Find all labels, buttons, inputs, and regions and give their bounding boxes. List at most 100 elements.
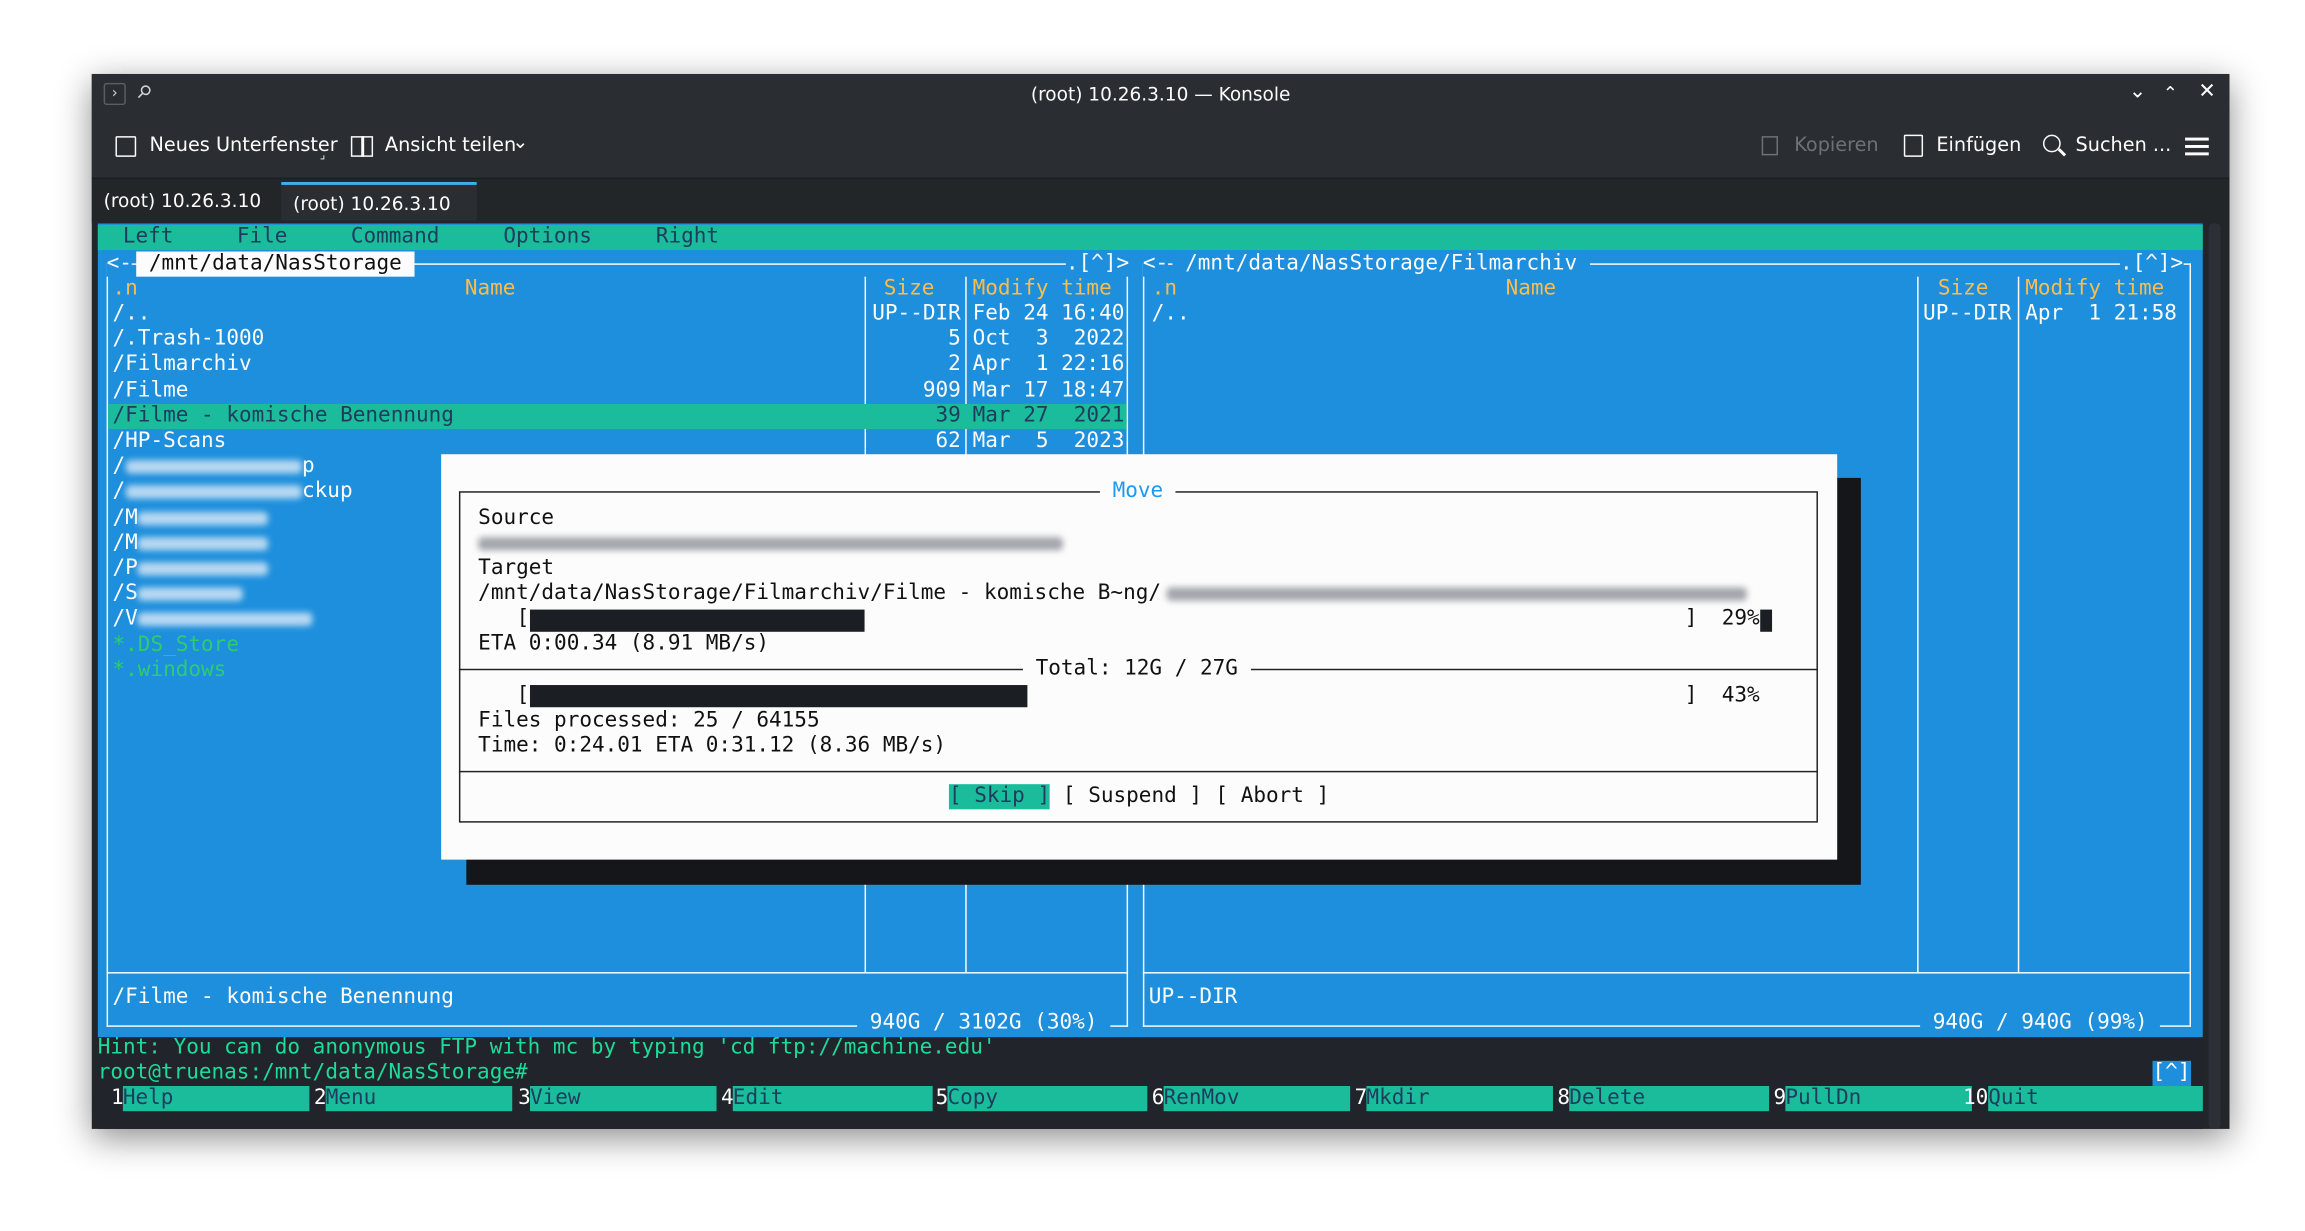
left-row-size[interactable]: 5 [948, 327, 961, 352]
left-row-name[interactable]: /V [113, 607, 138, 632]
tab-1-label: (root) 10.26.3.10 [103, 189, 262, 212]
left-row-name[interactable]: /Filme [113, 378, 189, 403]
fkey-delete-button[interactable]: Delete [1569, 1086, 1770, 1112]
dropdown-corner-icon: ⌟ [319, 147, 326, 162]
left-row-size[interactable]: 2 [948, 353, 961, 378]
elapsed-time: Time: 0:24.01 ETA 0:31.12 (8.36 MB/s) [478, 733, 947, 758]
left-row-name[interactable]: /M [113, 531, 138, 556]
left-row-hidden-file[interactable]: *.DS_Store [113, 633, 239, 658]
copy-label: Kopieren [1794, 134, 1879, 157]
tab-1[interactable]: (root) 10.26.3.10 ✕ [92, 182, 281, 250]
left-row-name[interactable]: /.. [113, 302, 151, 327]
left-row-hidden-file[interactable]: *.windows [113, 658, 227, 683]
right-sort-indicator[interactable]: .n [1152, 277, 1177, 302]
konsole-window: › ⚲ (root) 10.26.3.10 — Konsole ⌄ ⌃ ✕ Ne… [91, 73, 2230, 1129]
close-icon[interactable]: ✕ [2198, 80, 2215, 104]
left-row-size[interactable]: 62 [935, 429, 960, 454]
fkey-menu-button[interactable]: Menu [325, 1086, 513, 1112]
file-progress-open: [ [516, 606, 530, 631]
fkey-number: 3 [518, 1086, 531, 1110]
left-row-name[interactable]: /P [113, 556, 138, 581]
fkey-number: 7 [1354, 1086, 1368, 1110]
menu-options[interactable]: Options [503, 225, 592, 250]
left-row-time[interactable]: Oct 3 2022 [973, 327, 1125, 352]
file-progress-pct: 29% [1721, 606, 1760, 631]
right-status-line: UP--DIR [1148, 985, 1238, 1010]
left-status-line: /Filme - komische Benennung [112, 985, 454, 1010]
left-row-size[interactable]: 39 [935, 404, 960, 429]
left-row-time[interactable]: Mar 17 18:47 [973, 378, 1125, 403]
new-tab-label: Neues Unterfenster [149, 134, 338, 157]
right-panel-status-divider [1142, 972, 2192, 974]
left-row-name[interactable]: /HP-Scans [113, 429, 227, 454]
left-row-name[interactable]: / [113, 455, 126, 480]
right-row-name[interactable]: /.. [1152, 302, 1190, 327]
prompt-tag[interactable]: [^] [2152, 1060, 2191, 1087]
left-row-time[interactable]: Mar 5 2023 [973, 429, 1125, 454]
fkey-copy-button[interactable]: Copy [947, 1086, 1148, 1112]
file-progress-track [529, 609, 1686, 632]
fkey-view-button[interactable]: View [529, 1086, 717, 1112]
panel-history-left-icon[interactable]: <- [106, 251, 132, 277]
left-row-time[interactable]: Apr 1 22:16 [973, 353, 1125, 378]
maximize-icon[interactable]: ⌃ [2163, 83, 2178, 104]
terminal-area[interactable]: Left File Command Options Right <- /mnt/… [97, 223, 2203, 1129]
split-view-icon-divider [361, 136, 364, 157]
left-col-time[interactable]: Modify time [973, 277, 1112, 302]
menu-right[interactable]: Right [656, 225, 719, 250]
left-row-name[interactable]: /S [113, 582, 138, 607]
panel-history-right-icon[interactable]: <- [1142, 251, 1169, 277]
abort-button[interactable]: [ Abort ] [1215, 784, 1329, 809]
minimize-icon[interactable]: ⌄ [2129, 80, 2146, 104]
fkey-quit-button[interactable]: Quit [1988, 1086, 2203, 1112]
files-processed: Files processed: 25 / 64155 [478, 708, 820, 733]
right-row-time[interactable]: Apr 1 21:58 [2025, 302, 2177, 327]
suspend-button[interactable]: [ Suspend ] [1063, 784, 1202, 809]
fkey-number: 4 [720, 1086, 734, 1110]
left-free-space: 940G / 3102G (30%) [857, 1010, 1111, 1036]
fkey-edit-button[interactable]: Edit [732, 1086, 933, 1112]
menu-command[interactable]: Command [351, 225, 440, 250]
menu-file[interactable]: File [237, 225, 288, 250]
right-col-name[interactable]: Name [1506, 277, 1557, 302]
left-row-name[interactable]: /.Trash-1000 [113, 327, 265, 352]
left-row-time[interactable]: Mar 27 2021 [973, 404, 1125, 429]
fkey-mkdir-button[interactable]: Mkdir [1366, 1086, 1553, 1112]
fkey-pulldn-button[interactable]: PullDn [1785, 1086, 1972, 1112]
file-progress-close: ] [1684, 606, 1698, 631]
left-sort-indicator[interactable]: .n [113, 277, 138, 302]
shell-prompt[interactable]: root@truenas:/mnt/data/NasStorage# [98, 1061, 528, 1086]
hamburger-menu-icon[interactable] [2185, 137, 2209, 157]
tab-2[interactable]: (root) 10.26.3.10 ✕ [281, 181, 477, 253]
tab-2-label: (root) 10.26.3.10 [293, 192, 451, 215]
obscured-filename [137, 587, 243, 601]
left-row-size[interactable]: UP--DIR [872, 302, 961, 327]
left-col-size[interactable]: Size [884, 277, 935, 302]
left-row-name[interactable]: /M [113, 505, 138, 530]
left-row-time[interactable]: Feb 24 16:40 [973, 302, 1125, 327]
left-row-name[interactable]: / [113, 480, 126, 505]
right-row-size[interactable]: UP--DIR [1923, 302, 2012, 327]
left-col-name[interactable]: Name [465, 277, 516, 302]
left-row-size[interactable]: 909 [923, 378, 961, 403]
dialog-title: Move [1099, 479, 1176, 505]
skip-button[interactable]: [ Skip ] [948, 784, 1051, 810]
target-path: /mnt/data/NasStorage/Filmarchiv/Filme - … [478, 581, 1162, 606]
menu-left[interactable]: Left [123, 225, 174, 250]
function-key-bar: 1 Help 2 Menu 3 View 4 Edit 5 Copy 6 RenMov 7 Mkdir 8 D… [98, 1086, 2203, 1112]
left-row-name-suffix: ckup [302, 479, 353, 504]
right-panel-tag[interactable]: .[^]> [2119, 251, 2184, 277]
left-panel-tag[interactable]: .[^]> [1065, 251, 1130, 277]
right-panel-path[interactable]: /mnt/data/NasStorage/Filmarchiv [1172, 251, 1590, 277]
right-col-size[interactable]: Size [1938, 277, 1989, 302]
obscured-filename [137, 613, 313, 627]
left-panel-status-divider [106, 972, 1129, 974]
terminal-scrollbar[interactable] [2208, 223, 2221, 1129]
right-col-time[interactable]: Modify time [2025, 277, 2164, 302]
left-panel-path[interactable]: /mnt/data/NasStorage [136, 251, 415, 277]
fkey-help-button[interactable]: Help [122, 1086, 310, 1112]
left-row-name[interactable]: /Filme - komische Benennung [113, 404, 454, 429]
left-row-name[interactable]: /Filmarchiv [113, 353, 252, 378]
find-label: Suchen ... [2075, 134, 2172, 157]
fkey-renmov-button[interactable]: RenMov [1163, 1086, 1351, 1112]
